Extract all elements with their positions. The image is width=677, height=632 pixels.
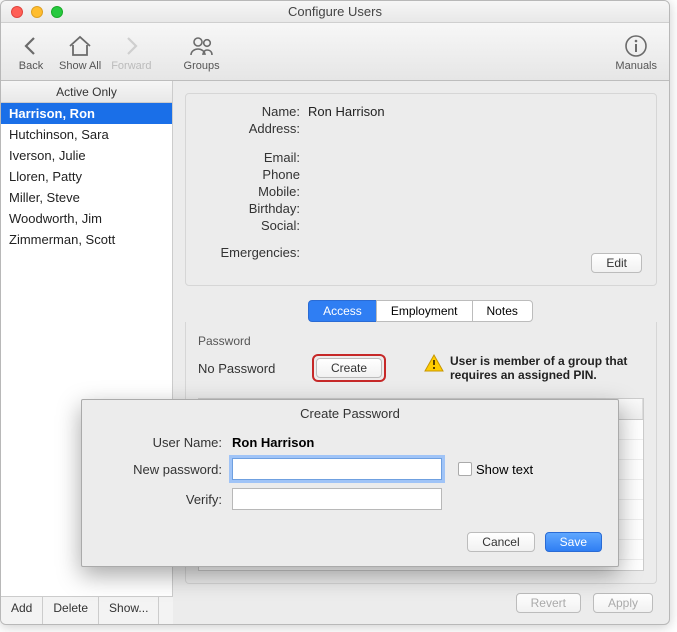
- cancel-button[interactable]: Cancel: [467, 532, 534, 552]
- sidebar-footer: Add Delete Show...: [1, 596, 173, 624]
- birthday-label: Birthday:: [200, 201, 300, 216]
- user-item[interactable]: Miller, Steve: [1, 187, 172, 208]
- chevron-left-icon: [17, 32, 45, 60]
- chevron-right-icon: [117, 32, 145, 60]
- revert-button[interactable]: Revert: [516, 593, 581, 613]
- window-footer: Revert Apply: [173, 582, 669, 624]
- verify-password-input[interactable]: [232, 488, 442, 510]
- create-password-dialog: Create Password User Name: Ron Harrison …: [81, 399, 619, 567]
- user-item[interactable]: Hutchinson, Sara: [1, 124, 172, 145]
- create-password-highlight: Create: [312, 354, 386, 382]
- dialog-title: Create Password: [82, 400, 618, 431]
- window-title: Configure Users: [1, 4, 669, 19]
- user-item[interactable]: Woodworth, Jim: [1, 208, 172, 229]
- phone-label: Phone: [200, 167, 300, 182]
- password-section-label: Password: [198, 334, 644, 348]
- verify-label: Verify:: [102, 492, 222, 507]
- home-icon: [66, 32, 94, 60]
- username-value: Ron Harrison: [232, 435, 314, 450]
- tab-bar: Access Employment Notes: [185, 300, 657, 322]
- sidebar-filter-header[interactable]: Active Only: [1, 81, 172, 103]
- people-icon: [188, 32, 216, 60]
- user-item[interactable]: Lloren, Patty: [1, 166, 172, 187]
- add-user-button[interactable]: Add: [1, 597, 43, 624]
- new-password-input[interactable]: [232, 458, 442, 480]
- username-label: User Name:: [102, 435, 222, 450]
- show-filter-button[interactable]: Show...: [99, 597, 159, 624]
- name-value: Ron Harrison: [308, 104, 642, 119]
- tab-access[interactable]: Access: [308, 300, 377, 322]
- user-item-harrison-ron[interactable]: Harrison, Ron: [1, 103, 172, 124]
- info-icon: [622, 32, 650, 60]
- email-label: Email:: [200, 150, 300, 165]
- tab-employment[interactable]: Employment: [376, 300, 473, 322]
- warning-icon: [424, 354, 444, 372]
- checkbox-icon: [458, 462, 472, 476]
- delete-user-button[interactable]: Delete: [43, 597, 99, 624]
- user-item[interactable]: Zimmerman, Scott: [1, 229, 172, 250]
- forward-button[interactable]: Forward: [111, 32, 151, 72]
- back-button[interactable]: Back: [13, 32, 49, 72]
- groups-button[interactable]: Groups: [184, 32, 220, 72]
- social-label: Social:: [200, 218, 300, 233]
- address-label: Address:: [200, 121, 300, 136]
- toolbar: Back Show All Forward Groups: [1, 23, 669, 81]
- show-text-checkbox[interactable]: Show text: [458, 462, 533, 477]
- emergencies-label: Emergencies:: [200, 245, 300, 273]
- show-all-button[interactable]: Show All: [59, 32, 101, 72]
- configure-users-window: Configure Users Back Show All Forward: [0, 0, 670, 625]
- create-password-button[interactable]: Create: [316, 358, 382, 378]
- save-button[interactable]: Save: [545, 532, 602, 552]
- manuals-button[interactable]: Manuals: [615, 32, 657, 72]
- apply-button[interactable]: Apply: [593, 593, 653, 613]
- new-password-label: New password:: [102, 462, 222, 477]
- edit-button[interactable]: Edit: [591, 253, 642, 273]
- titlebar: Configure Users: [1, 1, 669, 23]
- name-label: Name:: [200, 104, 300, 119]
- pin-warning: User is member of a group that requires …: [424, 354, 644, 382]
- user-details-panel: Name:Ron Harrison Address: Email: Phone …: [185, 93, 657, 286]
- mobile-label: Mobile:: [200, 184, 300, 199]
- password-status: No Password: [198, 361, 298, 376]
- user-item[interactable]: Iverson, Julie: [1, 145, 172, 166]
- tab-notes[interactable]: Notes: [472, 300, 533, 322]
